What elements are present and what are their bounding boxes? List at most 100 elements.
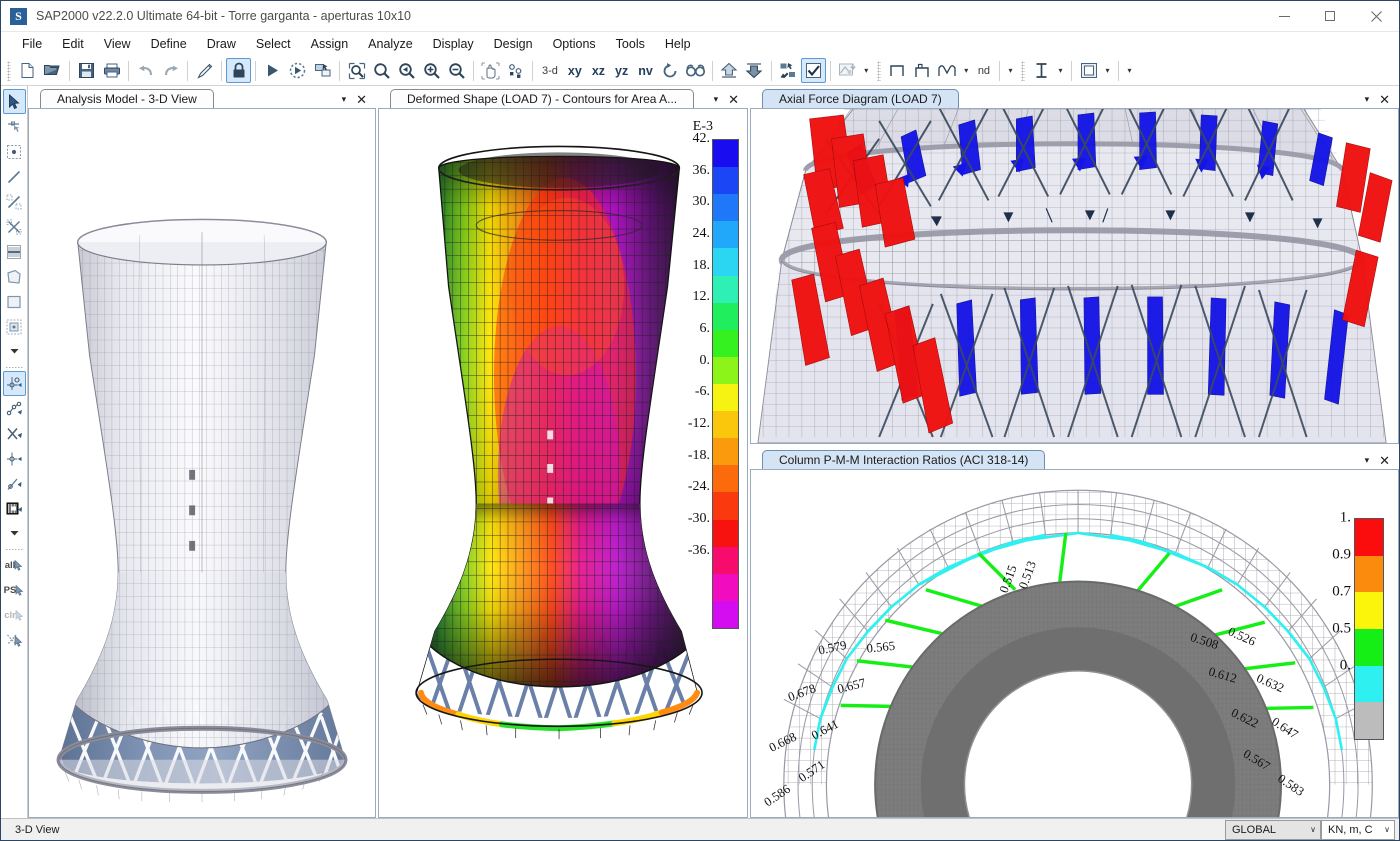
panel-menu-caret-icon[interactable]: ▾ bbox=[1365, 94, 1370, 105]
select-more-caret-icon[interactable] bbox=[3, 521, 26, 546]
tab-deformed-shape[interactable]: Deformed Shape (LOAD 7) - Contours for A… bbox=[390, 89, 694, 108]
lock-icon[interactable] bbox=[226, 58, 251, 83]
coordinate-system-select[interactable]: GLOBAL ∨ bbox=[1225, 820, 1321, 840]
panel-close-icon[interactable]: ✕ bbox=[728, 93, 739, 106]
toolbar-overflow-caret-icon[interactable]: ▾ bbox=[1123, 58, 1136, 83]
edit-pen-icon[interactable] bbox=[192, 58, 217, 83]
open-file-icon[interactable] bbox=[40, 58, 65, 83]
area-stress-icon[interactable] bbox=[1076, 58, 1101, 83]
zoom-full-icon[interactable] bbox=[369, 58, 394, 83]
redo-icon[interactable] bbox=[158, 58, 183, 83]
menu-options[interactable]: Options bbox=[544, 34, 605, 54]
select-intersecting-line-tool[interactable] bbox=[3, 421, 26, 446]
section-cut-caret-icon[interactable]: ▾ bbox=[1054, 58, 1067, 83]
rubber-band-zoom-icon[interactable] bbox=[344, 58, 369, 83]
undo-icon[interactable] bbox=[133, 58, 158, 83]
menu-define[interactable]: Define bbox=[142, 34, 196, 54]
toolbar-grip[interactable] bbox=[7, 61, 11, 81]
viewport-interaction-ratios[interactable]: 0.515 0.513 0.579 0.565 0.678 0.657 0.64… bbox=[750, 469, 1399, 818]
show-selection-icon[interactable] bbox=[801, 58, 826, 83]
tab-interaction-ratios[interactable]: Column P-M-M Interaction Ratios (ACI 318… bbox=[762, 450, 1045, 469]
assign-display-caret-icon[interactable]: ▾ bbox=[860, 58, 873, 83]
select-all-button[interactable]: all bbox=[3, 553, 26, 578]
select-diagonal-tool[interactable] bbox=[3, 471, 26, 496]
select-point-tool[interactable] bbox=[3, 371, 26, 396]
clear-selection-button[interactable]: clr bbox=[3, 603, 26, 628]
panel-menu-caret-icon[interactable]: ▾ bbox=[342, 94, 347, 105]
view-3d-button[interactable]: 3-d bbox=[537, 58, 563, 83]
select-vertical-tool[interactable] bbox=[3, 446, 26, 471]
pan-hand-icon[interactable] bbox=[478, 58, 503, 83]
toolbar-grip-3[interactable] bbox=[1021, 61, 1025, 81]
minimize-button[interactable] bbox=[1261, 1, 1307, 32]
select-line-tool[interactable] bbox=[3, 396, 26, 421]
view-xy-button[interactable]: xy bbox=[563, 58, 587, 83]
assign-display-icon[interactable] bbox=[835, 58, 860, 83]
draw-more-caret-icon[interactable] bbox=[3, 339, 26, 364]
node-display-button[interactable]: nd bbox=[973, 58, 995, 83]
draw-poly-area-tool[interactable] bbox=[3, 264, 26, 289]
view-yz-button[interactable]: yz bbox=[610, 58, 633, 83]
node-display-caret-icon[interactable]: ▾ bbox=[1004, 58, 1017, 83]
frame-moment-icon[interactable] bbox=[885, 58, 910, 83]
ratio-legend-bar[interactable] bbox=[1354, 518, 1384, 740]
viewport-axial-force[interactable] bbox=[750, 108, 1399, 444]
panel-close-icon[interactable]: ✕ bbox=[356, 93, 367, 106]
draw-frame-tool[interactable] bbox=[3, 164, 26, 189]
print-icon[interactable] bbox=[99, 58, 124, 83]
reshape-object-tool[interactable] bbox=[3, 114, 26, 139]
move-up-level-icon[interactable] bbox=[717, 58, 742, 83]
new-file-icon[interactable] bbox=[15, 58, 40, 83]
quick-draw-secondary-beam-tool[interactable] bbox=[3, 239, 26, 264]
area-stress-caret-icon[interactable]: ▾ bbox=[1101, 58, 1114, 83]
tab-axial-force[interactable]: Axial Force Diagram (LOAD 7) bbox=[762, 89, 959, 108]
view-xz-button[interactable]: xz bbox=[587, 58, 610, 83]
zoom-in-icon[interactable] bbox=[419, 58, 444, 83]
menu-view[interactable]: View bbox=[95, 34, 140, 54]
select-display-icon[interactable] bbox=[310, 58, 335, 83]
draw-rect-area-tool[interactable] bbox=[3, 289, 26, 314]
move-down-level-icon[interactable] bbox=[742, 58, 767, 83]
deselect-tool[interactable] bbox=[3, 628, 26, 653]
run-animation-icon[interactable] bbox=[285, 58, 310, 83]
units-select[interactable]: KN, m, C ∨ bbox=[1321, 820, 1395, 840]
menu-tools[interactable]: Tools bbox=[607, 34, 654, 54]
frame-shear-icon[interactable] bbox=[910, 58, 935, 83]
panel-menu-caret-icon[interactable]: ▾ bbox=[1365, 455, 1370, 466]
perspective-toggle-icon[interactable] bbox=[683, 58, 708, 83]
menu-file[interactable]: File bbox=[13, 34, 51, 54]
menu-select[interactable]: Select bbox=[247, 34, 300, 54]
panel-menu-caret-icon[interactable]: ▾ bbox=[714, 94, 719, 105]
menu-design[interactable]: Design bbox=[485, 34, 542, 54]
view-nv-button[interactable]: nv bbox=[633, 58, 658, 83]
viewport-analysis-model[interactable] bbox=[28, 108, 376, 818]
menu-display[interactable]: Display bbox=[424, 34, 483, 54]
zoom-previous-icon[interactable] bbox=[394, 58, 419, 83]
close-button[interactable] bbox=[1353, 1, 1399, 32]
set-display-options-icon[interactable] bbox=[503, 58, 528, 83]
menu-analyze[interactable]: Analyze bbox=[359, 34, 421, 54]
draw-point-tool[interactable] bbox=[3, 139, 26, 164]
quick-draw-brace-tool[interactable] bbox=[3, 214, 26, 239]
run-analysis-icon[interactable] bbox=[260, 58, 285, 83]
save-icon[interactable] bbox=[74, 58, 99, 83]
menu-edit[interactable]: Edit bbox=[53, 34, 93, 54]
object-shrink-icon[interactable] bbox=[776, 58, 801, 83]
frame-deformed-caret-icon[interactable]: ▾ bbox=[960, 58, 973, 83]
zoom-out-icon[interactable] bbox=[444, 58, 469, 83]
toolbar-grip-2[interactable] bbox=[877, 61, 881, 81]
quick-draw-area-tool[interactable] bbox=[3, 314, 26, 339]
rotate-3d-view-icon[interactable] bbox=[658, 58, 683, 83]
panel-close-icon[interactable]: ✕ bbox=[1379, 93, 1390, 106]
get-previous-selection-button[interactable]: PS bbox=[3, 578, 26, 603]
quick-draw-frame-tool[interactable] bbox=[3, 189, 26, 214]
maximize-button[interactable] bbox=[1307, 1, 1353, 32]
section-cut-icon[interactable] bbox=[1029, 58, 1054, 83]
frame-deformed-icon[interactable] bbox=[935, 58, 960, 83]
panel-close-icon[interactable]: ✕ bbox=[1379, 454, 1390, 467]
contour-legend-bar[interactable] bbox=[712, 139, 739, 629]
menu-draw[interactable]: Draw bbox=[198, 34, 245, 54]
pointer-select-tool[interactable] bbox=[3, 89, 26, 114]
select-mesh-tool[interactable] bbox=[3, 496, 26, 521]
menu-help[interactable]: Help bbox=[656, 34, 700, 54]
